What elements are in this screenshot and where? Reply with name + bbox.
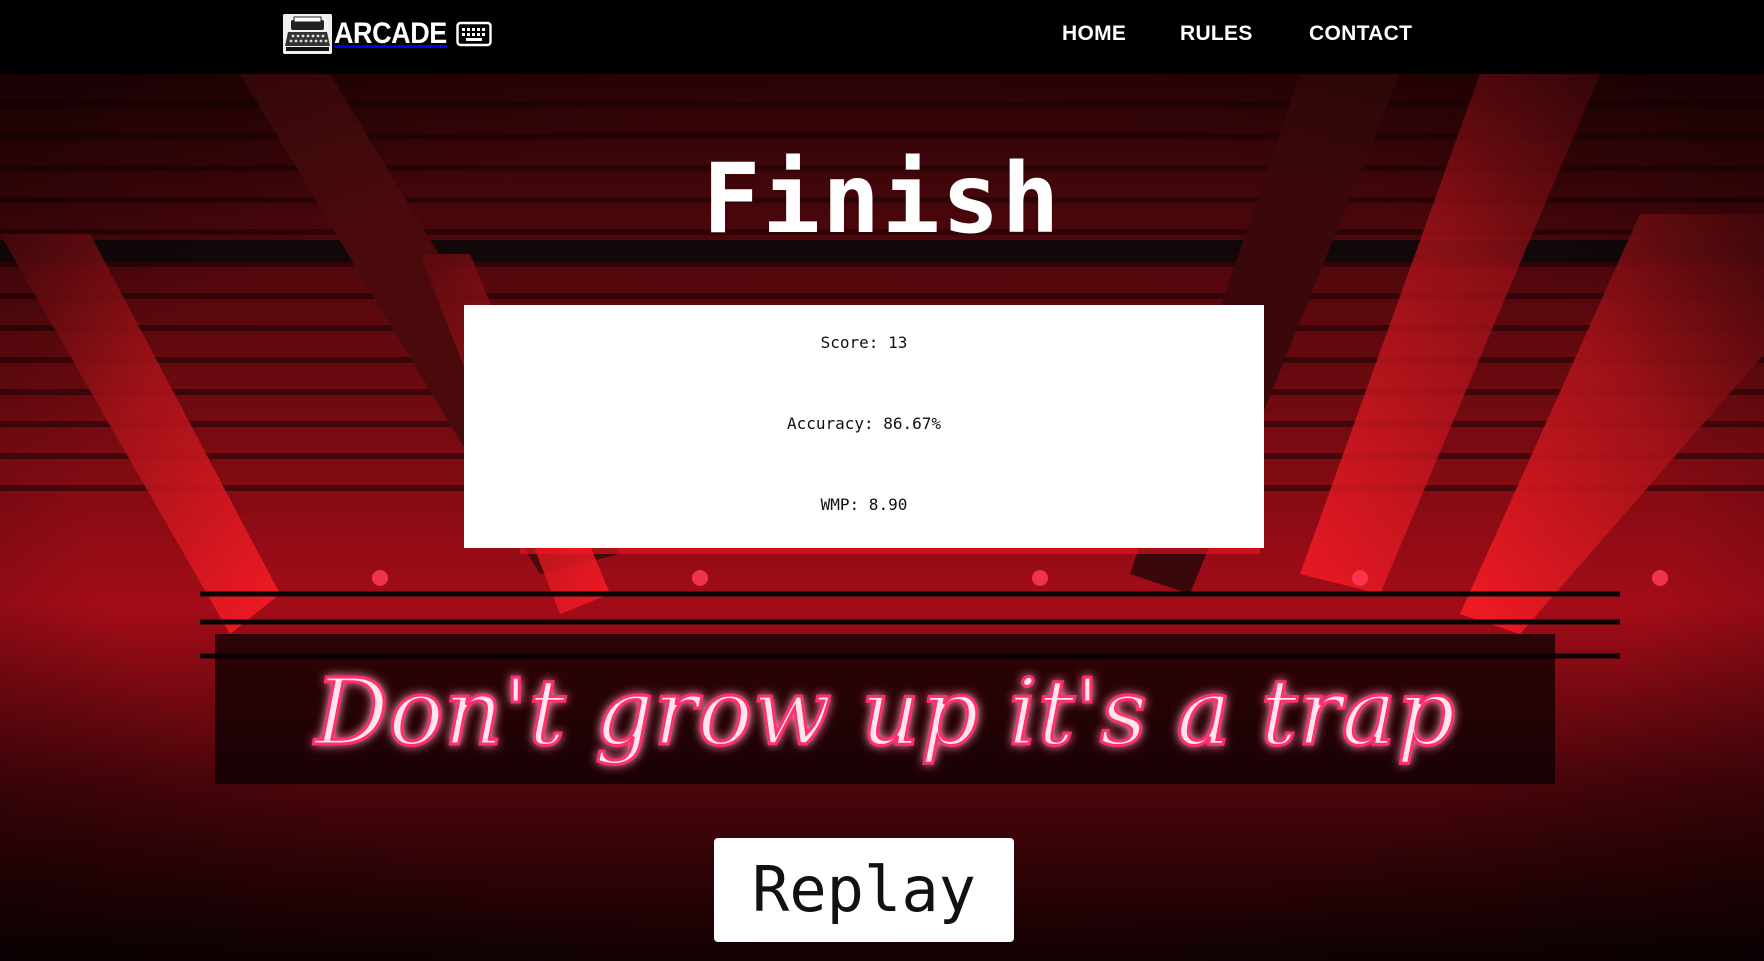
brand-link[interactable]: ARCADE: [283, 14, 493, 54]
nav-home-link[interactable]: HOME: [1062, 22, 1126, 46]
navbar: ARCADE HOME RULES CONTACT: [0, 0, 1764, 74]
brand-name: ARCADE: [334, 17, 447, 50]
score-stat: Score: 13: [820, 333, 908, 352]
hero-section: Don't grow up it's a trap Finish Score: …: [0, 74, 1764, 961]
keyboard-icon: [456, 21, 493, 47]
replay-button[interactable]: Replay: [714, 838, 1014, 942]
nav-contact-link[interactable]: CONTACT: [1309, 22, 1412, 46]
typewriter-icon: [283, 14, 332, 54]
results-card: Score: 13 Accuracy: 86.67% WMP: 8.90: [464, 305, 1264, 548]
wpm-stat: WMP: 8.90: [820, 495, 908, 514]
finish-title: Finish: [702, 143, 1062, 255]
accuracy-stat: Accuracy: 86.67%: [786, 414, 942, 433]
nav-rules-link[interactable]: RULES: [1180, 22, 1253, 46]
